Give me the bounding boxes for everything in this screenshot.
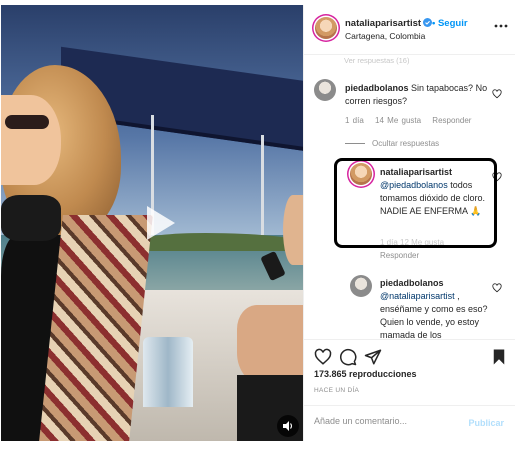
post-video[interactable] bbox=[1, 5, 303, 441]
comment-username[interactable]: piedadbolanos bbox=[345, 83, 409, 93]
comment-icon[interactable] bbox=[339, 348, 357, 366]
avatar[interactable] bbox=[315, 17, 337, 39]
comments-list[interactable]: Ver respuestas (16) piedadbolanos Sin ta… bbox=[304, 56, 515, 339]
person-right bbox=[283, 195, 303, 265]
bookmark-icon[interactable] bbox=[490, 348, 508, 366]
heart-icon[interactable] bbox=[492, 89, 502, 99]
follow-label: Seguir bbox=[437, 18, 468, 29]
follow-button[interactable]: • Seguir bbox=[432, 18, 468, 29]
post-side-panel: nataliaparisartist • Seguir Cartagena, C… bbox=[303, 5, 515, 441]
heart-icon[interactable] bbox=[492, 283, 502, 293]
divider bbox=[345, 143, 365, 144]
post-header: nataliaparisartist • Seguir Cartagena, C… bbox=[304, 5, 515, 55]
comment-time[interactable]: 1 día bbox=[345, 116, 364, 125]
post-time: HACE UN DÍA bbox=[314, 387, 360, 394]
comment-composer: Publicar bbox=[304, 405, 515, 441]
comment-likes[interactable]: 14 Me gusta bbox=[375, 116, 421, 125]
view-count[interactable]: 173.865 reproducciones bbox=[314, 369, 417, 379]
bottles bbox=[143, 337, 193, 407]
hide-replies-button[interactable]: Ocultar respuestas bbox=[345, 139, 439, 148]
hide-replies-label: Ocultar respuestas bbox=[372, 139, 440, 148]
heart-icon[interactable] bbox=[314, 348, 332, 366]
sunglasses bbox=[5, 115, 49, 129]
comment-text: piedadbolanos Sin tapabocas? No corren r… bbox=[345, 82, 495, 108]
post-location[interactable]: Cartagena, Colombia bbox=[345, 31, 425, 41]
reply-button[interactable]: Responder bbox=[432, 116, 471, 125]
headphones bbox=[1, 195, 61, 241]
post-username[interactable]: nataliaparisartist bbox=[345, 18, 421, 29]
more-options-icon[interactable] bbox=[494, 21, 508, 31]
header-user-row: nataliaparisartist bbox=[345, 18, 433, 29]
woman-face bbox=[1, 95, 61, 185]
comment-input[interactable] bbox=[314, 416, 464, 426]
person-arm bbox=[237, 305, 303, 385]
highlight-annotation-box bbox=[334, 158, 497, 248]
view-replies-link[interactable]: Ver respuestas (16) bbox=[344, 56, 409, 65]
speaker-icon bbox=[283, 421, 293, 431]
audio-toggle-button[interactable] bbox=[277, 415, 299, 437]
post-actions-bar bbox=[304, 339, 515, 369]
comment-meta: 1 día 14 Me gusta Responder bbox=[345, 116, 479, 125]
paper-plane-icon[interactable] bbox=[364, 348, 382, 366]
verified-badge-icon bbox=[423, 18, 433, 27]
avatar[interactable] bbox=[314, 79, 336, 101]
avatar[interactable] bbox=[350, 275, 372, 297]
play-button[interactable] bbox=[135, 200, 181, 246]
play-icon bbox=[147, 206, 175, 240]
reply-username[interactable]: piedadbolanos bbox=[380, 277, 490, 290]
mention-link[interactable]: @nataliaparisartist bbox=[380, 291, 455, 301]
publish-button[interactable]: Publicar bbox=[468, 418, 504, 428]
reply-button[interactable]: Responder bbox=[380, 251, 419, 260]
reply-text: piedadbolanos @nataliaparisartist , ensé… bbox=[380, 277, 490, 339]
